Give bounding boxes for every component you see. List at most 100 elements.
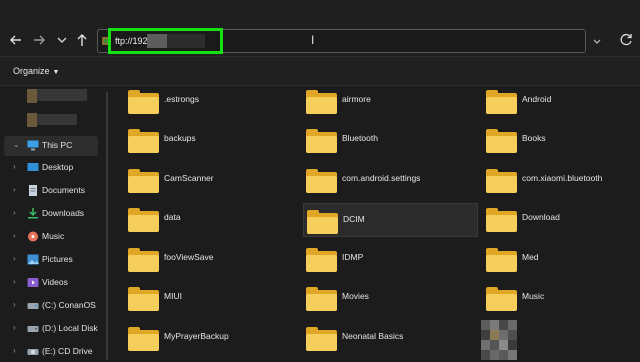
folder-icon [486,208,517,232]
folder-item[interactable]: IDMP [306,242,481,276]
organize-button[interactable]: Organize ▼ [13,66,59,76]
folder-icon [128,129,159,153]
folder-item[interactable]: fooViewSave [128,242,303,276]
folder-name: Med [522,252,539,262]
folder-item[interactable]: Med [486,242,640,276]
command-bar: Organize ▼ [0,56,640,86]
folder-name: Download [522,212,560,222]
drive-icon [27,300,39,311]
folder-icon [306,169,337,193]
music-icon [27,231,39,242]
folder-icon [306,129,337,153]
address-bar[interactable]: ftp://192 [97,28,586,54]
folder-name: Books [522,133,546,143]
folder-name: Neonatal Basics [342,331,404,341]
sidebar-item-label: Music [42,231,65,241]
folder-name: MIUI [164,291,182,301]
redacted-icon [27,89,37,103]
folder-item[interactable]: Music [486,281,640,315]
sidebar-item-drive-c[interactable]: › (C:) ConanOS [0,296,104,316]
chevron-right-icon[interactable]: › [13,323,16,332]
folder-item[interactable]: Movies [306,281,481,315]
folder-icon [307,210,338,234]
chevron-right-icon[interactable]: › [13,254,16,263]
navigation-pane: ⌄ This PC › Desktop › Documents › Downlo… [0,86,108,360]
videos-icon [27,277,39,288]
folder-icon [486,169,517,193]
sidebar-item-label: Videos [42,277,68,287]
sidebar-item-drive-d[interactable]: › (D:) Local Disk [0,319,104,339]
folder-name: IDMP [342,252,364,262]
folder-item[interactable]: Download [486,202,640,236]
chevron-down-icon[interactable]: ⌄ [13,140,20,149]
sidebar-item-pictures[interactable]: › Pictures [0,250,104,270]
sidebar-item-label: Pictures [42,254,73,264]
folder-name: .estrongs [164,94,199,104]
folder-item[interactable]: CamScanner [128,163,303,197]
refresh-icon[interactable] [616,30,636,50]
sidebar-item-music[interactable]: › Music [0,227,104,247]
chevron-right-icon[interactable]: › [13,162,16,171]
chevron-right-icon[interactable]: › [13,185,16,194]
organize-label: Organize [13,66,50,76]
chevron-right-icon[interactable]: › [13,346,16,355]
sidebar-item-downloads[interactable]: › Downloads [0,204,104,224]
computer-icon [27,140,39,151]
redacted-icon [27,113,37,127]
chevron-right-icon[interactable]: › [13,300,16,309]
chevron-right-icon[interactable]: › [13,277,16,286]
folder-name: Movies [342,291,369,301]
folder-icon [306,327,337,351]
desktop-icon [27,162,39,173]
folder-item[interactable]: Neonatal Basics [306,321,481,355]
sidebar-item-videos[interactable]: › Videos [0,273,104,293]
sidebar-item-drive-e[interactable]: › (E:) CD Drive [0,342,104,362]
redacted-label [37,114,77,125]
folder-icon [128,208,159,232]
folder-item[interactable]: com.xiaomi.bluetooth [486,163,640,197]
arrow-up-icon[interactable] [73,31,91,49]
address-toolbar: ftp://192 I [0,0,640,56]
folder-icon [128,248,159,272]
folder-name: backups [164,133,196,143]
folder-name: MyPrayerBackup [164,331,229,341]
chevron-right-icon[interactable]: › [13,231,16,240]
folder-icon [128,327,159,351]
folder-item[interactable]: .estrongs [128,84,303,118]
folder-name: data [164,212,181,222]
sidebar-item-label: Desktop [42,162,74,172]
folder-item[interactable]: Android [486,84,640,118]
arrow-left-icon[interactable] [7,31,25,49]
text-cursor-icon: I [311,33,315,47]
folder-name: com.xiaomi.bluetooth [522,173,603,183]
sidebar-item-label: (D:) Local Disk [42,323,98,333]
address-dropdown-button[interactable] [589,32,605,50]
sidebar-item-desktop[interactable]: › Desktop [0,158,104,178]
chevron-right-icon[interactable]: › [13,208,16,217]
folder-item[interactable]: MIUI [128,281,303,315]
sidebar-scrollbar[interactable] [106,92,108,360]
sidebar-item-documents[interactable]: › Documents [0,181,104,201]
folder-name: DCIM [343,214,365,224]
chevron-down-icon[interactable] [53,31,71,49]
folder-item[interactable]: Bluetooth [306,123,481,157]
folder-name: Android [522,94,552,104]
folder-icon [486,248,517,272]
folder-name: Bluetooth [342,133,378,143]
sidebar-item-this-pc[interactable]: ⌄ This PC [4,136,98,156]
folder-item[interactable]: backups [128,123,303,157]
folder-item[interactable]: com.android.settings [306,163,481,197]
folder-item[interactable]: Books [486,123,640,157]
arrow-right-icon[interactable] [30,31,48,49]
sidebar-item-label: Documents [42,185,85,195]
folder-item[interactable]: MyPrayerBackup [128,321,303,355]
folder-icon [306,287,337,311]
documents-icon [27,185,39,196]
address-highlight-box [108,28,223,54]
folder-item[interactable]: airmore [306,84,481,118]
folder-item[interactable]: data [128,202,303,236]
folder-icon [128,90,159,114]
folder-item[interactable]: DCIM [303,203,478,237]
folder-icon [486,129,517,153]
redacted-label [37,89,87,101]
